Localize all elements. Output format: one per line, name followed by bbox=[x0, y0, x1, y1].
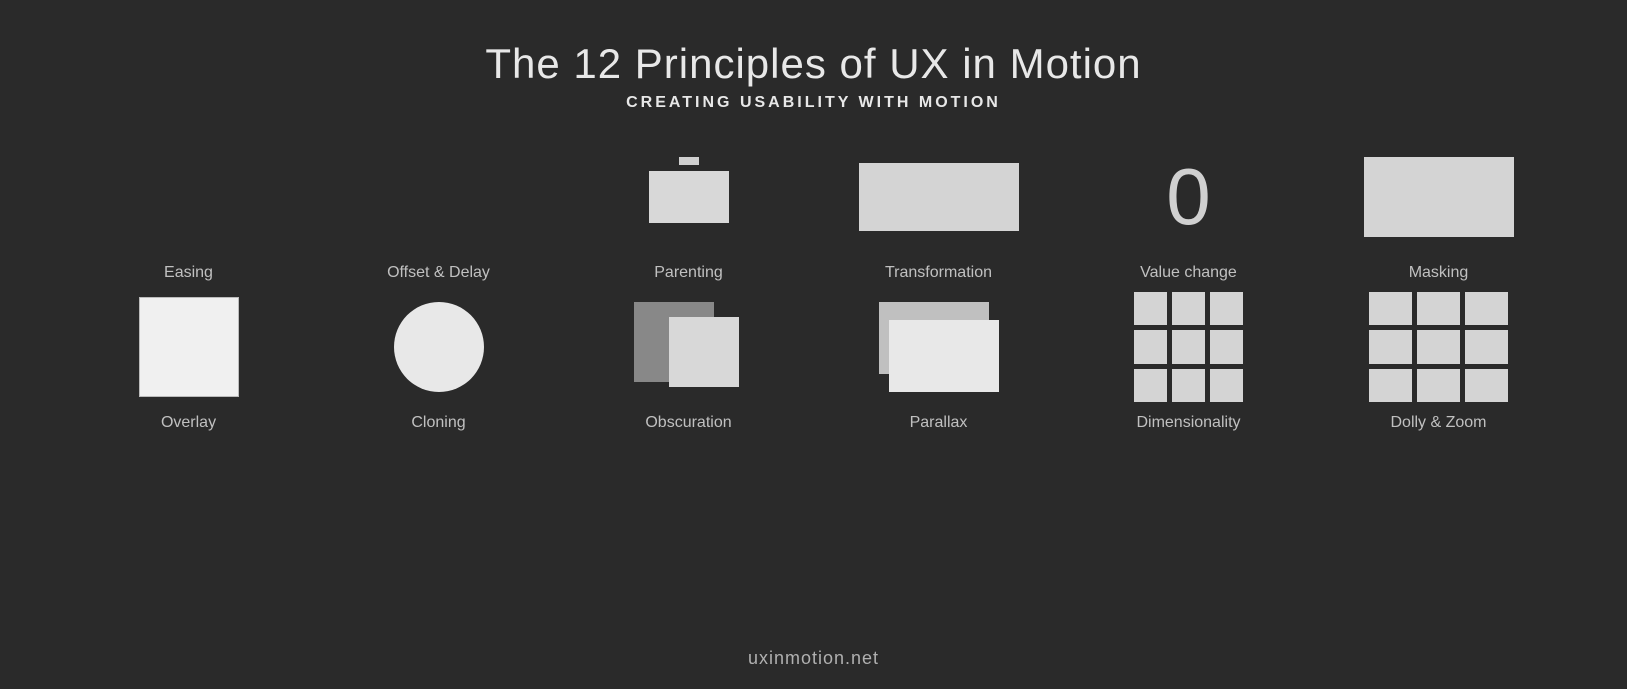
principle-value-change: 0 Value change bbox=[1074, 142, 1304, 282]
parenting-top-rect bbox=[679, 157, 699, 165]
parenting-shape bbox=[649, 157, 729, 237]
obscuration-shape bbox=[634, 302, 744, 392]
overlay-label: Overlay bbox=[161, 414, 216, 432]
parenting-icon-area bbox=[649, 142, 729, 252]
dim-cell-1 bbox=[1134, 292, 1167, 325]
easing-icon-area bbox=[149, 142, 229, 252]
easing-label: Easing bbox=[164, 264, 213, 282]
transformation-icon-area bbox=[859, 142, 1019, 252]
dolly-cell-5 bbox=[1417, 330, 1460, 363]
masking-shape bbox=[1364, 157, 1514, 237]
dim-cell-6 bbox=[1210, 330, 1243, 363]
footer: uxinmotion.net bbox=[748, 638, 879, 689]
dolly-cell-9 bbox=[1465, 369, 1508, 402]
parallax-front-rect bbox=[889, 320, 999, 392]
cloning-shape bbox=[394, 302, 484, 392]
page-subtitle: CREATING USABILITY WITH MOTION bbox=[485, 94, 1141, 112]
principle-masking: Masking bbox=[1324, 142, 1554, 282]
parenting-main-rect bbox=[649, 171, 729, 223]
dolly-zoom-label: Dolly & Zoom bbox=[1390, 414, 1486, 432]
masking-label: Masking bbox=[1409, 264, 1469, 282]
transformation-label: Transformation bbox=[885, 264, 992, 282]
principle-easing: Easing bbox=[74, 142, 304, 282]
offset-delay-icon-area bbox=[399, 142, 479, 252]
overlay-shape bbox=[139, 297, 239, 397]
dolly-cell-7 bbox=[1369, 369, 1412, 402]
dolly-cell-4 bbox=[1369, 330, 1412, 363]
parallax-icon-area bbox=[879, 292, 999, 402]
principle-overlay: Overlay bbox=[74, 292, 304, 432]
overlay-icon-area bbox=[139, 292, 239, 402]
dimensionality-label: Dimensionality bbox=[1136, 414, 1240, 432]
value-change-shape: 0 bbox=[1166, 157, 1211, 237]
cloning-icon-area bbox=[394, 292, 484, 402]
dim-cell-9 bbox=[1210, 369, 1243, 402]
dolly-zoom-icon-area bbox=[1369, 292, 1509, 402]
principle-dimensionality: Dimensionality bbox=[1074, 292, 1304, 432]
obscuration-icon-area bbox=[634, 292, 744, 402]
cloning-label: Cloning bbox=[411, 414, 465, 432]
dolly-cell-3 bbox=[1465, 292, 1508, 325]
dim-cell-7 bbox=[1134, 369, 1167, 402]
dim-cell-3 bbox=[1210, 292, 1243, 325]
dolly-zoom-shape bbox=[1369, 292, 1509, 402]
dim-cell-4 bbox=[1134, 330, 1167, 363]
dim-cell-2 bbox=[1172, 292, 1205, 325]
dolly-cell-2 bbox=[1417, 292, 1460, 325]
masking-icon-area bbox=[1364, 142, 1514, 252]
dimensionality-shape bbox=[1134, 292, 1244, 402]
principle-obscuration: Obscuration bbox=[574, 292, 804, 432]
parallax-label: Parallax bbox=[910, 414, 968, 432]
principle-parenting: Parenting bbox=[574, 142, 804, 282]
dim-cell-8 bbox=[1172, 369, 1205, 402]
principle-cloning: Cloning bbox=[324, 292, 554, 432]
header: The 12 Principles of UX in Motion CREATI… bbox=[485, 0, 1141, 112]
dolly-cell-1 bbox=[1369, 292, 1412, 325]
dim-cell-5 bbox=[1172, 330, 1205, 363]
row-2: Overlay Cloning Obscuration bbox=[0, 292, 1627, 432]
dimensionality-icon-area bbox=[1134, 292, 1244, 402]
row-1: Easing Offset & Delay Parenting Tr bbox=[0, 142, 1627, 282]
principle-parallax: Parallax bbox=[824, 292, 1054, 432]
transformation-shape bbox=[859, 163, 1019, 231]
principle-dolly-zoom: Dolly & Zoom bbox=[1324, 292, 1554, 432]
principle-offset-delay: Offset & Delay bbox=[324, 142, 554, 282]
offset-delay-label: Offset & Delay bbox=[387, 264, 490, 282]
principle-transformation: Transformation bbox=[824, 142, 1054, 282]
value-change-icon-area: 0 bbox=[1166, 142, 1211, 252]
parallax-shape bbox=[879, 302, 999, 392]
page-title: The 12 Principles of UX in Motion bbox=[485, 40, 1141, 88]
offset-delay-shape bbox=[399, 167, 479, 227]
parenting-label: Parenting bbox=[654, 264, 723, 282]
value-change-label: Value change bbox=[1140, 264, 1237, 282]
principles-grid: Easing Offset & Delay Parenting Tr bbox=[0, 142, 1627, 638]
obscuration-label: Obscuration bbox=[645, 414, 731, 432]
obscuration-front-rect bbox=[669, 317, 739, 387]
dolly-cell-6 bbox=[1465, 330, 1508, 363]
footer-url: uxinmotion.net bbox=[748, 648, 879, 668]
easing-shape bbox=[149, 167, 229, 227]
dolly-cell-8 bbox=[1417, 369, 1460, 402]
